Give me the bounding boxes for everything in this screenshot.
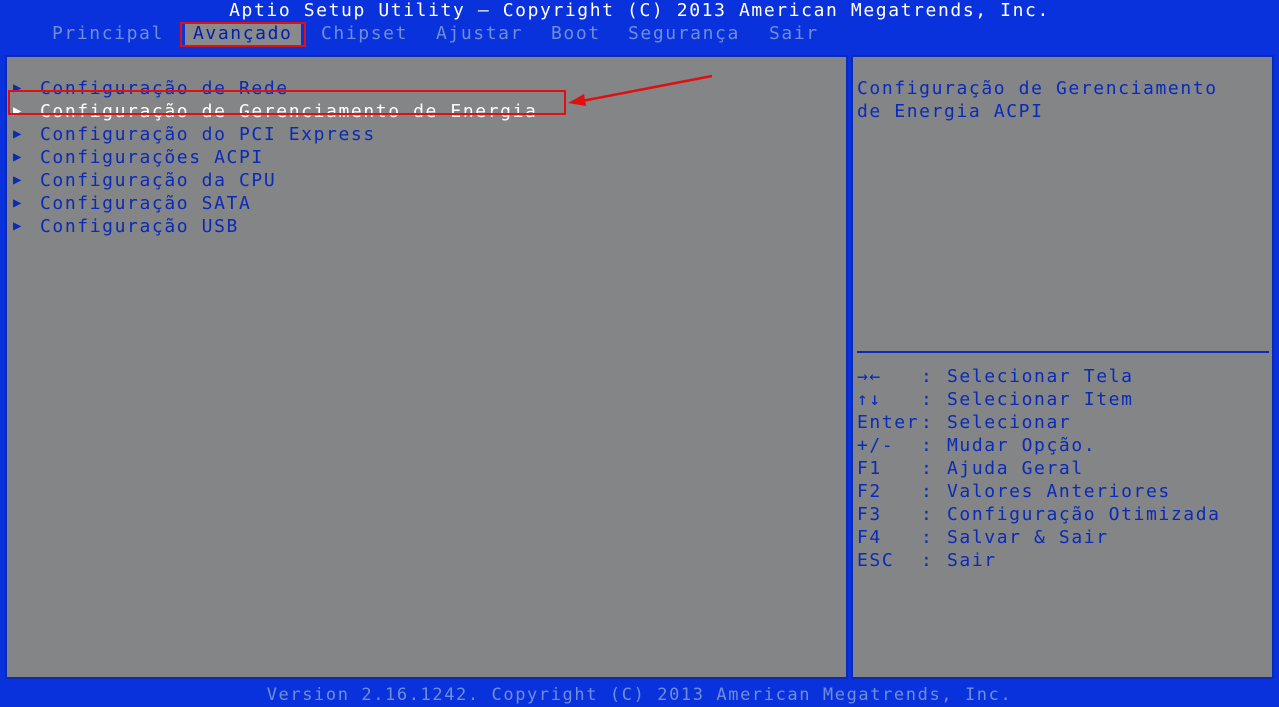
menu-item-usb[interactable]: ▶ Configuração USB: [13, 215, 537, 238]
menu-item-label: Configuração USB: [40, 216, 239, 237]
key-legend-row: →←: Selecionar Tela: [857, 366, 1134, 387]
menu-item-acpi[interactable]: ▶ Configurações ACPI: [13, 146, 537, 169]
tab-highlight-box: [180, 22, 306, 47]
version-footer: Version 2.16.1242. Copyright (C) 2013 Am…: [0, 683, 1279, 707]
item-highlight-box: [8, 90, 566, 115]
key-name: F2: [857, 481, 882, 502]
help-divider: [857, 351, 1269, 353]
help-description: Configuração de Gerenciamento de Energia…: [857, 78, 1218, 122]
content-area: ▶ Configuração de Rede ▶ Configuração de G…: [0, 47, 1279, 683]
tab-chipset[interactable]: Chipset: [321, 23, 408, 45]
menu-item-label: Configurações ACPI: [40, 147, 264, 168]
tab-ajustar[interactable]: Ajustar: [436, 23, 523, 45]
submenu-arrow-icon: ▶: [13, 126, 24, 142]
key-legend-row: ↑↓: Selecionar Item: [857, 389, 1134, 410]
menu-item-sata[interactable]: ▶ Configuração SATA: [13, 192, 537, 215]
key-action: Selecionar Item: [947, 389, 1134, 410]
key-action: Valores Anteriores: [947, 481, 1171, 502]
key-name: Enter: [857, 412, 920, 433]
key-action: Selecionar Tela: [947, 366, 1134, 387]
menu-item-label: Configuração SATA: [40, 193, 252, 214]
menu-item-label: Configuração do PCI Express: [40, 124, 376, 145]
help-panel: Configuração de Gerenciamento de Energia…: [851, 55, 1274, 679]
key-action: Selecionar: [947, 412, 1072, 433]
key-name: ↑↓: [857, 389, 882, 410]
key-action: Salvar & Sair: [947, 527, 1109, 548]
submenu-arrow-icon: ▶: [13, 218, 24, 234]
key-legend: →←: Selecionar Tela ↑↓: Selecionar Item En…: [857, 365, 1221, 572]
key-name: F1: [857, 458, 882, 479]
key-action: Ajuda Geral: [947, 458, 1084, 479]
key-action: Sair: [947, 550, 997, 571]
key-name: ESC: [857, 550, 895, 571]
key-legend-row: F1: Ajuda Geral: [857, 458, 1084, 479]
tab-sair[interactable]: Sair: [769, 23, 819, 45]
key-name: F3: [857, 504, 882, 525]
key-legend-row: Enter: Selecionar: [857, 412, 1072, 433]
key-legend-row: ESC: Sair: [857, 550, 997, 571]
settings-panel: ▶ Configuração de Rede ▶ Configuração de G…: [5, 55, 848, 679]
menu-item-cpu[interactable]: ▶ Configuração da CPU: [13, 169, 537, 192]
key-name: +/-: [857, 435, 895, 456]
tab-seguranca[interactable]: Segurança: [628, 23, 740, 45]
key-legend-row: F4: Salvar & Sair: [857, 527, 1109, 548]
menu-item-label: Configuração da CPU: [40, 170, 277, 191]
key-name: F4: [857, 527, 882, 548]
app-title: Aptio Setup Utility – Copyright (C) 2013…: [229, 0, 1050, 21]
tab-principal[interactable]: Principal: [52, 23, 164, 45]
key-name: →←: [857, 366, 882, 387]
submenu-arrow-icon: ▶: [13, 195, 24, 211]
key-action: Mudar Opção.: [947, 435, 1097, 456]
tab-boot[interactable]: Boot: [551, 23, 601, 45]
submenu-arrow-icon: ▶: [13, 149, 24, 165]
key-action: Configuração Otimizada: [947, 504, 1221, 525]
key-legend-row: +/-: Mudar Opção.: [857, 435, 1097, 456]
submenu-arrow-icon: ▶: [13, 172, 24, 188]
menu-item-pci-express[interactable]: ▶ Configuração do PCI Express: [13, 123, 537, 146]
key-legend-row: F2: Valores Anteriores: [857, 481, 1171, 502]
key-legend-row: F3: Configuração Otimizada: [857, 504, 1221, 525]
